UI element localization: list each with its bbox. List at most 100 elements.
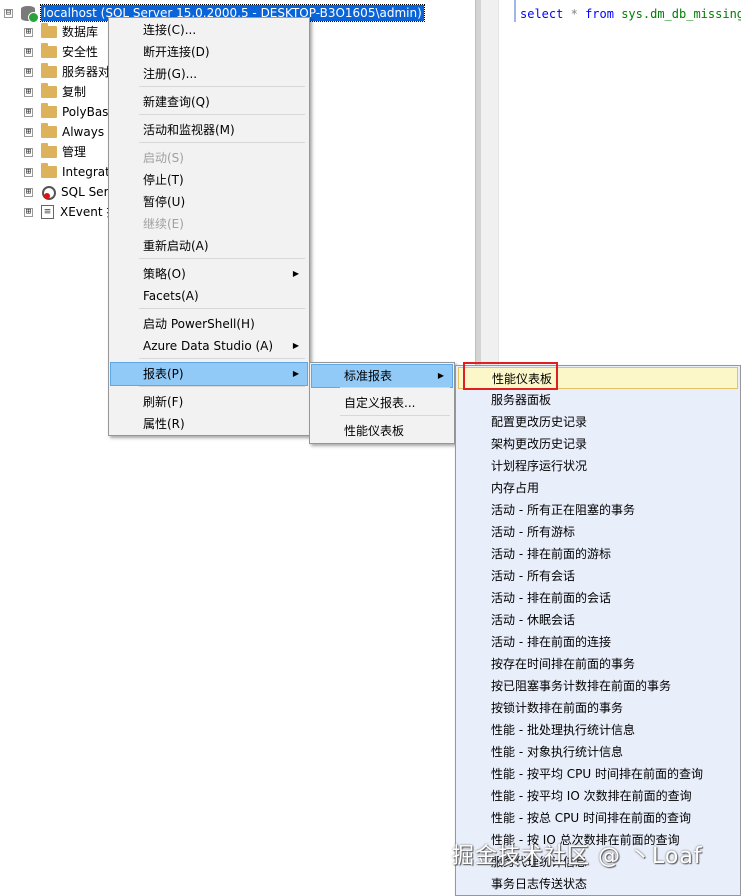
menu-item-label: 活动和监视器(M) <box>143 123 235 137</box>
context-menu-item[interactable]: Azure Data Studio (A) ▶ <box>111 335 307 357</box>
tree-node[interactable]: ⊞ 管理 <box>24 143 86 161</box>
menu-separator <box>340 415 450 416</box>
menu-item-label: 性能 - 按平均 IO 次数排在前面的查询 <box>491 789 692 803</box>
standard-report-item[interactable]: 按存在时间排在前面的事务 <box>458 653 738 675</box>
menu-item-label: 断开连接(D) <box>143 45 210 59</box>
menu-item-label: 性能仪表板 <box>344 424 405 438</box>
menu-separator <box>139 114 305 115</box>
menu-item-label: 刷新(F) <box>143 395 184 409</box>
context-menu-item[interactable]: 重新启动(A) <box>111 235 307 257</box>
standard-report-item[interactable]: 性能 - 按总 CPU 时间排在前面的查询 <box>458 807 738 829</box>
context-menu-item[interactable]: 注册(G)... <box>111 63 307 85</box>
collapse-icon[interactable]: ⊟ <box>4 8 13 18</box>
code-keyword-select: select <box>520 7 564 21</box>
standard-report-item[interactable]: 活动 - 休眠会话 <box>458 609 738 631</box>
reports-menu-item[interactable]: 标准报表 ▶ <box>311 364 453 388</box>
menu-item-label: 自定义报表... <box>344 396 416 410</box>
standard-report-item[interactable]: 内存占用 <box>458 477 738 499</box>
expand-icon[interactable]: ⊞ <box>24 167 33 177</box>
standard-report-item[interactable]: 架构更改历史记录 <box>458 433 738 455</box>
context-menu-item: 启动(S) <box>111 147 307 169</box>
context-menu-item[interactable]: 启动 PowerShell(H) <box>111 313 307 335</box>
standard-report-item[interactable]: 活动 - 排在前面的会话 <box>458 587 738 609</box>
tree-node[interactable]: ⊞ ≡ XEvent 探 <box>24 203 118 221</box>
menu-item-label: 启动(S) <box>143 151 184 165</box>
menu-item-label: 启动 PowerShell(H) <box>143 317 255 331</box>
context-menu-item[interactable]: 新建查询(Q) <box>111 91 307 113</box>
reports-menu-item[interactable]: 性能仪表板 <box>312 420 452 442</box>
standard-reports-submenu: 性能仪表板 服务器面板 配置更改历史记录 架构更改历史记录 计划程序运行状况 内存占用 活动… <box>455 365 741 896</box>
context-menu-item[interactable]: 属性(R) <box>111 413 307 435</box>
standard-report-item[interactable]: 活动 - 排在前面的游标 <box>458 543 738 565</box>
standard-report-item[interactable]: 活动 - 排在前面的连接 <box>458 631 738 653</box>
expand-icon[interactable]: ⊞ <box>24 187 33 197</box>
menu-item-label: 性能 - 批处理执行统计信息 <box>491 723 635 737</box>
menu-separator <box>139 308 305 309</box>
context-menu-item[interactable]: 报表(P) ▶ <box>110 362 308 386</box>
standard-report-item[interactable]: 按锁计数排在前面的事务 <box>458 697 738 719</box>
standard-report-item[interactable]: 性能 - 按平均 CPU 时间排在前面的查询 <box>458 763 738 785</box>
tree-node[interactable]: ⊞ 数据库 <box>24 23 98 41</box>
standard-report-item[interactable]: 活动 - 所有游标 <box>458 521 738 543</box>
standard-report-item[interactable]: 活动 - 所有正在阻塞的事务 <box>458 499 738 521</box>
standard-report-item[interactable]: 性能 - 按平均 IO 次数排在前面的查询 <box>458 785 738 807</box>
sql-agent-icon <box>41 185 56 200</box>
standard-report-item[interactable]: 性能 - 对象执行统计信息 <box>458 741 738 763</box>
code-object-name: sys.dm_db_missing_ <box>621 7 741 21</box>
context-menu-item[interactable]: 断开连接(D) <box>111 41 307 63</box>
tree-node[interactable]: ⊞ 安全性 <box>24 43 98 61</box>
standard-report-item[interactable]: 配置更改历史记录 <box>458 411 738 433</box>
menu-item-label: 性能 - 按平均 CPU 时间排在前面的查询 <box>491 767 703 781</box>
expand-icon[interactable]: ⊞ <box>24 47 33 57</box>
expand-icon[interactable]: ⊞ <box>24 207 33 217</box>
menu-item-label: 计划程序运行状况 <box>491 459 588 473</box>
standard-report-item[interactable]: 活动 - 所有会话 <box>458 565 738 587</box>
expand-icon[interactable]: ⊞ <box>24 147 33 157</box>
menu-separator <box>139 142 305 143</box>
context-menu-item[interactable]: Facets(A) <box>111 285 307 307</box>
tree-node[interactable]: ⊞ 服务器对 <box>24 63 110 81</box>
standard-report-item[interactable]: 按已阻塞事务计数排在前面的事务 <box>458 675 738 697</box>
tree-node[interactable]: ⊞ PolyBase <box>24 103 116 121</box>
context-menu-item[interactable]: 暂停(U) <box>111 191 307 213</box>
menu-separator <box>139 386 305 387</box>
menu-item-label: 活动 - 排在前面的会话 <box>491 591 611 605</box>
tree-node[interactable]: ⊞ Always O <box>24 123 117 141</box>
expand-icon[interactable]: ⊞ <box>24 67 33 77</box>
standard-report-item[interactable]: 性能 - 批处理执行统计信息 <box>458 719 738 741</box>
expand-icon[interactable]: ⊞ <box>24 107 33 117</box>
standard-report-item[interactable]: 计划程序运行状况 <box>458 455 738 477</box>
menu-item-label: 活动 - 所有游标 <box>491 525 575 539</box>
expand-icon[interactable]: ⊞ <box>24 127 33 137</box>
menu-item-label: 按存在时间排在前面的事务 <box>491 657 636 671</box>
menu-item-label: 活动 - 所有正在阻塞的事务 <box>491 503 635 517</box>
tree-node-label: Integrat <box>62 165 110 179</box>
tree-node[interactable]: ⊞ Integrat <box>24 163 110 181</box>
menu-item-label: 活动 - 休眠会话 <box>491 613 575 627</box>
query-code-line[interactable]: select * from sys.dm_db_missing_ <box>520 7 741 21</box>
standard-report-item[interactable]: 事务日志传送状态 <box>458 873 738 895</box>
context-menu-item[interactable]: 连接(C)... <box>111 19 307 41</box>
server-context-menu: 连接(C)... 断开连接(D) 注册(G)... 新建查询(Q) 活动和监视器(M) 启… <box>108 17 310 436</box>
menu-item-label: 性能 - 对象执行统计信息 <box>491 745 623 759</box>
tree-node[interactable]: ⊞ 复制 <box>24 83 86 101</box>
menu-item-label: 重新启动(A) <box>143 239 209 253</box>
tree-node-label: 数据库 <box>62 25 99 39</box>
standard-report-item[interactable]: 服务器面板 <box>458 389 738 411</box>
context-menu-item[interactable]: 策略(O) ▶ <box>111 263 307 285</box>
context-menu-item[interactable]: 刷新(F) <box>111 391 307 413</box>
tree-node-label: 管理 <box>62 145 87 159</box>
reports-menu-item[interactable]: 自定义报表... <box>312 392 452 414</box>
tree-node-label: 复制 <box>62 85 87 99</box>
menu-item-label: 连接(C)... <box>143 23 197 37</box>
menu-item-label: 属性(R) <box>143 417 185 431</box>
folder-icon <box>41 143 57 158</box>
menu-item-label: 性能 - 按总 CPU 时间排在前面的查询 <box>491 811 691 825</box>
context-menu-item[interactable]: 停止(T) <box>111 169 307 191</box>
menu-item-label: 报表(P) <box>143 367 184 381</box>
tree-node[interactable]: ⊞ SQL Ser <box>24 183 109 201</box>
expand-icon[interactable]: ⊞ <box>24 27 33 37</box>
context-menu-item[interactable]: 活动和监视器(M) <box>111 119 307 141</box>
folder-icon <box>41 163 57 178</box>
expand-icon[interactable]: ⊞ <box>24 87 33 97</box>
